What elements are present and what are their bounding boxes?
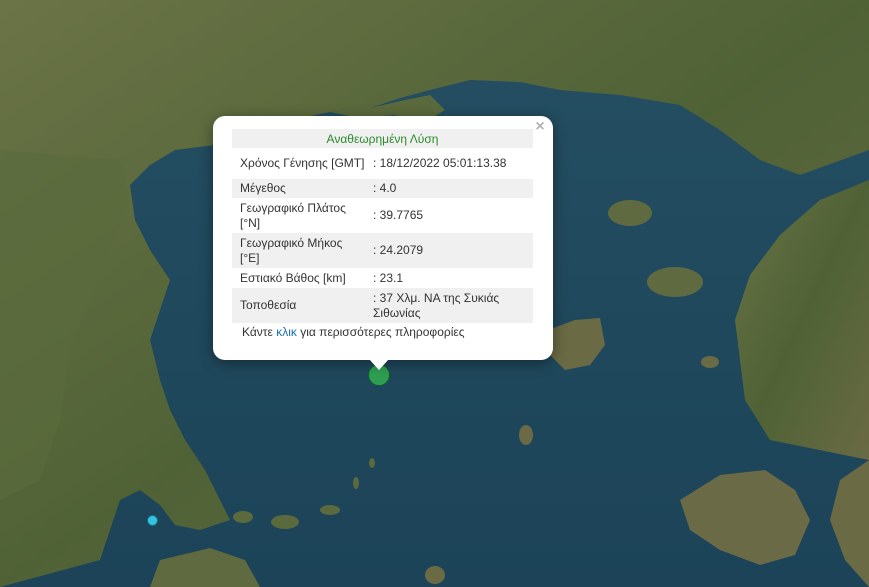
row-label-longitude: Γεωγραφικό Μήκος [°E] xyxy=(232,233,365,268)
earthquake-info-popup: × Αναθεωρημένη Λύση Χρόνος Γένησης [GMT]… xyxy=(213,116,553,360)
island-skiathos xyxy=(233,511,253,523)
island-samothrace xyxy=(647,267,703,297)
island-agios-efstratios xyxy=(519,425,533,445)
row-value-depth: : 23.1 xyxy=(373,270,404,285)
row-value-latitude: : 39.7765 xyxy=(373,208,424,222)
row-label-latitude: Γεωγραφικό Πλάτος [°N] xyxy=(240,200,346,230)
row-value-origin-time: : 18/12/2022 05:01:13.38 xyxy=(373,156,507,170)
more-info-link[interactable]: κλικ xyxy=(276,325,297,339)
row-label-origin-time: Χρόνος Γένησης [GMT] xyxy=(240,156,365,170)
more-info-text: Κάντε κλικ για περισσότερες πληροφορίες xyxy=(232,323,533,340)
row-label-location: Τοποθεσία xyxy=(232,288,365,323)
popup-tip xyxy=(369,359,389,370)
earthquake-marker-small[interactable] xyxy=(147,515,158,526)
island-small-1 xyxy=(353,477,359,489)
island-small-east xyxy=(701,356,719,368)
row-value-magnitude: : 4.0 xyxy=(365,179,533,198)
earthquake-info-table: Χρόνος Γένησης [GMT] : 18/12/2022 05:01:… xyxy=(232,148,533,323)
row-value-location: : 37 Χλμ. ΝΑ της Συκιάς Σιθωνίας xyxy=(365,288,533,323)
close-icon[interactable]: × xyxy=(532,119,548,135)
island-small-2 xyxy=(369,458,375,468)
more-info-suffix: για περισσότερες πληροφορίες xyxy=(296,325,465,339)
more-info-prefix: Κάντε xyxy=(242,325,277,339)
row-label-magnitude: Μέγεθος xyxy=(232,179,365,198)
popup-title: Αναθεωρημένη Λύση xyxy=(232,129,533,148)
island-alonissos xyxy=(320,505,340,515)
island-small-south xyxy=(425,566,445,584)
island-skopelos xyxy=(271,515,299,529)
row-value-longitude: : 24.2079 xyxy=(365,233,533,268)
row-label-depth: Εστιακό Βάθος [km] xyxy=(240,270,346,285)
island-thasos xyxy=(608,200,652,226)
